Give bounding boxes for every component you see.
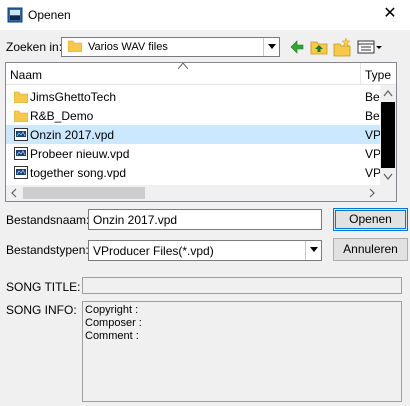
file-name: JimsGhettoTech [30,90,117,104]
vpd-file-icon [14,128,28,141]
song-title-label: SONG TITLE: [6,280,81,294]
file-row[interactable]: Onzin 2017.vpd VPD-b [6,125,380,144]
song-info-comment: Comment : [85,330,139,342]
lookin-value: Varios WAV files [88,41,168,53]
vertical-scroll-thumb[interactable] [381,102,395,168]
lookin-label: Zoeken in: [6,40,63,54]
open-button[interactable]: Openen [333,208,408,231]
new-folder-icon[interactable] [333,37,351,57]
file-name: Onzin 2017.vpd [30,128,115,142]
scroll-down-icon[interactable] [380,168,396,185]
view-menu-icon[interactable] [356,38,384,56]
vertical-scrollbar[interactable] [380,85,396,185]
file-list-header: Naam Type [6,63,396,85]
vpd-file-icon [14,147,28,160]
back-arrow-icon[interactable] [288,38,306,56]
file-type: VPD-b [365,166,380,180]
sort-up-icon [178,63,188,69]
scroll-up-icon[interactable] [380,85,396,102]
file-row[interactable]: R&B_Demo Bestan [6,106,380,125]
song-info-copyright: Copyright : [85,304,139,316]
file-type: Bestan [365,109,380,123]
open-button-label: Openen [349,212,392,226]
horizontal-scroll-thumb[interactable] [23,187,145,199]
song-info-label: SONG INFO: [6,303,77,317]
file-type: Bestan [365,90,380,104]
scroll-right-icon[interactable] [364,185,380,201]
column-header-name[interactable]: Naam [10,68,42,82]
file-type: VPD-b [365,128,380,142]
chevron-down-icon [310,247,318,252]
scroll-corner [380,185,396,201]
song-info-box: Copyright : Composer : Comment : [82,301,402,402]
file-name: together song.vpd [30,166,127,180]
vpd-file-icon [14,166,28,179]
filetype-label: Bestandstypen: [6,243,89,257]
cancel-button[interactable]: Annuleren [333,238,408,261]
file-row[interactable]: Probeer nieuw.vpd VPD-b [6,144,380,163]
filetype-value: VProducer Files(*.vpd) [93,244,214,258]
song-info-composer: Composer : [85,317,142,329]
filename-label: Bestandsnaam: [6,213,90,227]
scroll-left-icon[interactable] [6,185,22,201]
file-name: Probeer nieuw.vpd [30,147,130,161]
folder-icon [14,110,28,122]
file-type: VPD-b [365,147,380,161]
folder-icon [68,40,82,52]
close-button[interactable]: ✕ [376,2,404,26]
file-row[interactable]: together song.vpd VPD-b [6,163,380,182]
column-header-type[interactable]: Type [365,68,391,82]
lookin-dropdown-button[interactable] [263,38,279,56]
file-list[interactable]: Naam Type JimsGhettoTech Bestan R&B_Demo Be… [5,62,397,202]
file-name: R&B_Demo [30,109,94,123]
file-row[interactable]: JimsGhettoTech Bestan [6,87,380,106]
song-title-field [82,277,402,294]
chevron-down-icon [268,44,276,49]
horizontal-scrollbar[interactable] [6,185,380,201]
column-divider[interactable] [360,63,361,85]
filetype-dropdown-button[interactable] [305,241,321,260]
filetype-dropdown[interactable]: VProducer Files(*.vpd) [88,240,322,261]
filename-input[interactable] [88,209,322,230]
folder-icon [14,91,28,103]
window-title: Openen [28,8,71,22]
lookin-dropdown[interactable]: Varios WAV files [61,37,280,57]
app-icon [7,7,23,23]
up-folder-icon[interactable] [310,38,328,56]
